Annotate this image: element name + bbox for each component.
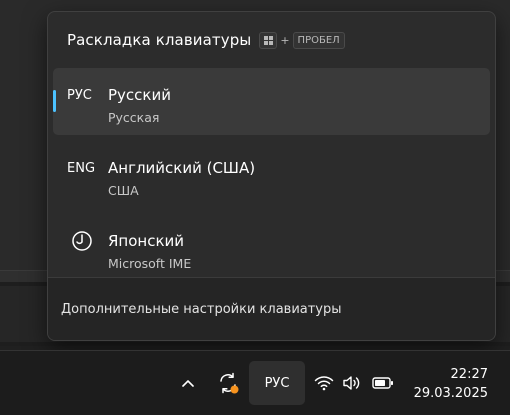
wifi-button[interactable] — [312, 371, 336, 395]
language-name: Русский — [108, 86, 171, 104]
language-list: РУС Русский Русская ENG Английский (США)… — [53, 68, 490, 287]
language-name: Английский (США) — [108, 159, 256, 177]
volume-button[interactable] — [340, 371, 364, 395]
volume-icon — [343, 376, 360, 390]
ime-circle-icon — [72, 231, 92, 251]
more-keyboard-settings-link[interactable]: Дополнительные настройки клавиатуры — [61, 302, 342, 317]
flyout-footer: Дополнительные настройки клавиатуры — [48, 277, 495, 340]
language-layout: Русская — [108, 110, 160, 125]
input-language-button[interactable]: РУС — [249, 361, 305, 405]
sync-warning-icon — [220, 372, 239, 394]
flyout-title: Раскладка клавиатуры — [67, 31, 252, 49]
space-key: ПРОБЕЛ — [292, 31, 345, 49]
battery-icon — [372, 377, 393, 389]
shortcut-hint: + ПРОБЕЛ — [259, 31, 345, 49]
show-hidden-icons-button[interactable] — [176, 370, 200, 396]
clock-time: 22:27 — [450, 367, 488, 382]
clock[interactable]: 22:27 29.03.2025 — [400, 365, 488, 403]
language-item-english[interactable]: ENG Английский (США) США — [53, 141, 490, 208]
keyboard-layout-flyout: Раскладка клавиатуры + ПРОБЕЛ РУС Русски… — [47, 11, 496, 341]
language-item-japanese[interactable]: Японский Microsoft IME — [53, 214, 490, 281]
language-code: ENG — [67, 161, 96, 176]
clock-date: 29.03.2025 — [413, 386, 488, 401]
language-layout: США — [108, 183, 139, 198]
language-name: Японский — [108, 232, 185, 250]
flyout-header: Раскладка клавиатуры + ПРОБЕЛ — [67, 30, 345, 50]
shortcut-plus: + — [280, 33, 290, 47]
windows-key-icon — [259, 31, 278, 49]
sync-status-button[interactable] — [214, 369, 242, 397]
wifi-icon — [314, 376, 334, 391]
chevron-up-icon — [182, 380, 194, 387]
language-layout: Microsoft IME — [108, 256, 192, 271]
language-item-russian[interactable]: РУС Русский Русская — [53, 68, 490, 135]
selection-indicator — [53, 90, 56, 112]
battery-button[interactable] — [370, 371, 396, 395]
taskbar: РУС 22:27 29.03.2025 — [0, 350, 510, 415]
language-code: РУС — [67, 88, 92, 103]
